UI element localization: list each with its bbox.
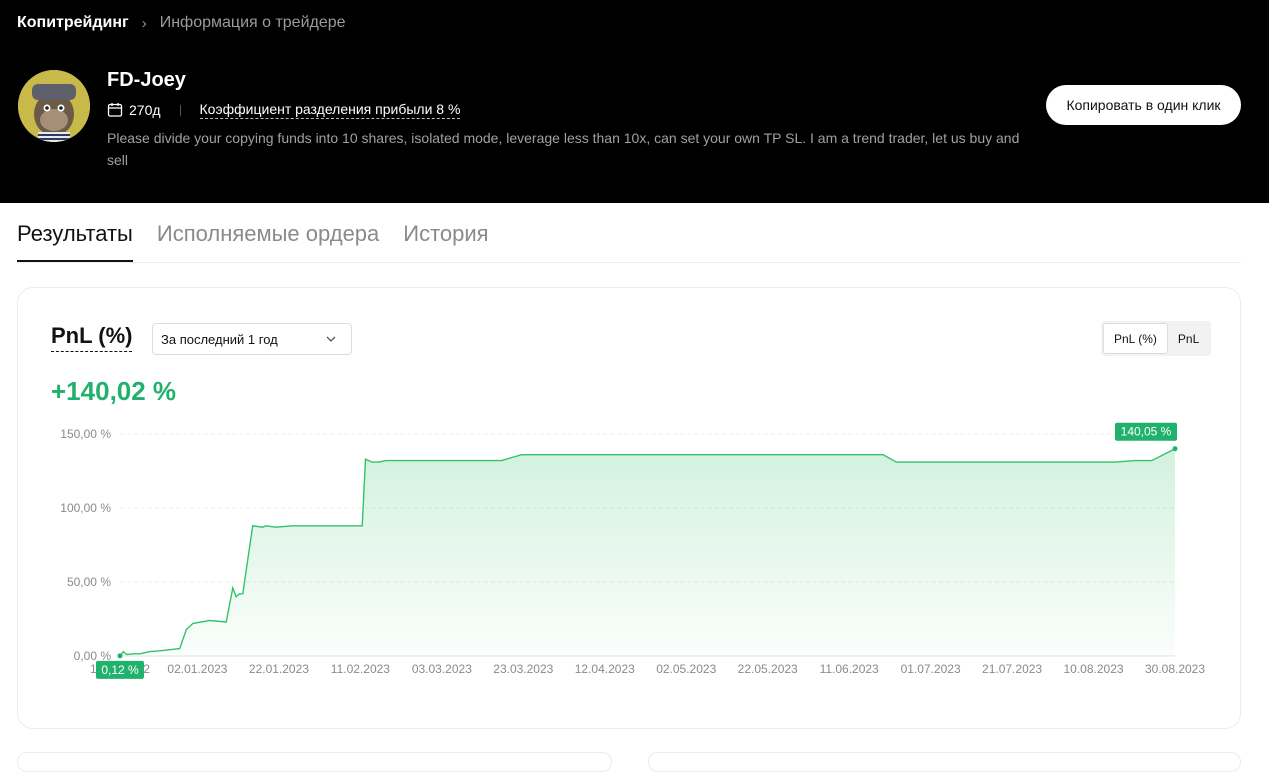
stats-card-left [17, 752, 612, 772]
start-value-badge: 0,12 % [96, 660, 144, 679]
x-tick-label: 12.04.2023 [575, 662, 635, 676]
y-tick-label: 150,00 % [60, 427, 111, 441]
x-tick-label: 10.08.2023 [1064, 662, 1124, 676]
meta-divider [179, 104, 181, 116]
trader-name: FD-Joey [107, 69, 186, 91]
tab-bar: Результаты Исполняемые ордера История [17, 218, 1241, 263]
end-point [1172, 446, 1178, 452]
breadcrumb: Копитрейдинг › Информация о трейдере [17, 14, 346, 32]
x-tick-label: 11.02.2023 [331, 662, 390, 676]
tab-open-orders[interactable]: Исполняемые ордера [157, 218, 379, 262]
pnl-area [120, 448, 1175, 656]
pnl-chart: 0,00 %50,00 %100,00 %150,00 %13.12.20220… [60, 422, 1205, 679]
avatar [18, 70, 90, 142]
x-tick-label: 23.03.2023 [493, 662, 553, 676]
x-tick-label: 03.03.2023 [412, 662, 472, 676]
stats-card-right [648, 752, 1241, 772]
start-value-badge-text: 0,12 % [101, 663, 139, 677]
trading-days: 270д [129, 102, 161, 118]
trader-description: Please divide your copying funds into 10… [107, 130, 1020, 168]
end-value-badge-text: 140,05 % [1121, 425, 1172, 439]
x-tick-label: 22.01.2023 [249, 662, 309, 676]
x-tick-label: 30.08.2023 [1145, 662, 1205, 676]
tab-results[interactable]: Результаты [17, 218, 133, 262]
breadcrumb-current: Информация о трейдере [159, 14, 346, 31]
calendar-icon [107, 103, 123, 117]
pnl-card: PnL (%) За последний 1 год PnL (%) PnL +… [17, 287, 1241, 729]
breadcrumb-copytrading-link[interactable]: Копитрейдинг [17, 14, 129, 32]
trader-header: Копитрейдинг › Информация о трейдере FD-… [0, 0, 1269, 203]
copy-one-click-button[interactable]: Копировать в один клик [1046, 85, 1241, 125]
profit-share-ratio[interactable]: Коэффициент разделения прибыли 8 % [199, 101, 461, 119]
y-tick-label: 50,00 % [67, 575, 111, 589]
chevron-right-icon: › [141, 14, 147, 32]
start-point [117, 653, 123, 659]
trader-meta: 270д Коэффициент разделения прибыли 8 % [107, 101, 461, 119]
tab-history[interactable]: История [403, 218, 488, 262]
x-tick-label: 02.01.2023 [167, 662, 227, 676]
end-value-badge: 140,05 % [1115, 422, 1177, 441]
x-tick-label: 22.05.2023 [738, 662, 798, 676]
x-tick-label: 11.06.2023 [820, 662, 879, 676]
y-tick-label: 100,00 % [60, 501, 111, 515]
x-tick-label: 02.05.2023 [656, 662, 716, 676]
ape-avatar-icon [18, 70, 90, 142]
x-tick-label: 21.07.2023 [982, 662, 1042, 676]
x-tick-label: 01.07.2023 [901, 662, 961, 676]
